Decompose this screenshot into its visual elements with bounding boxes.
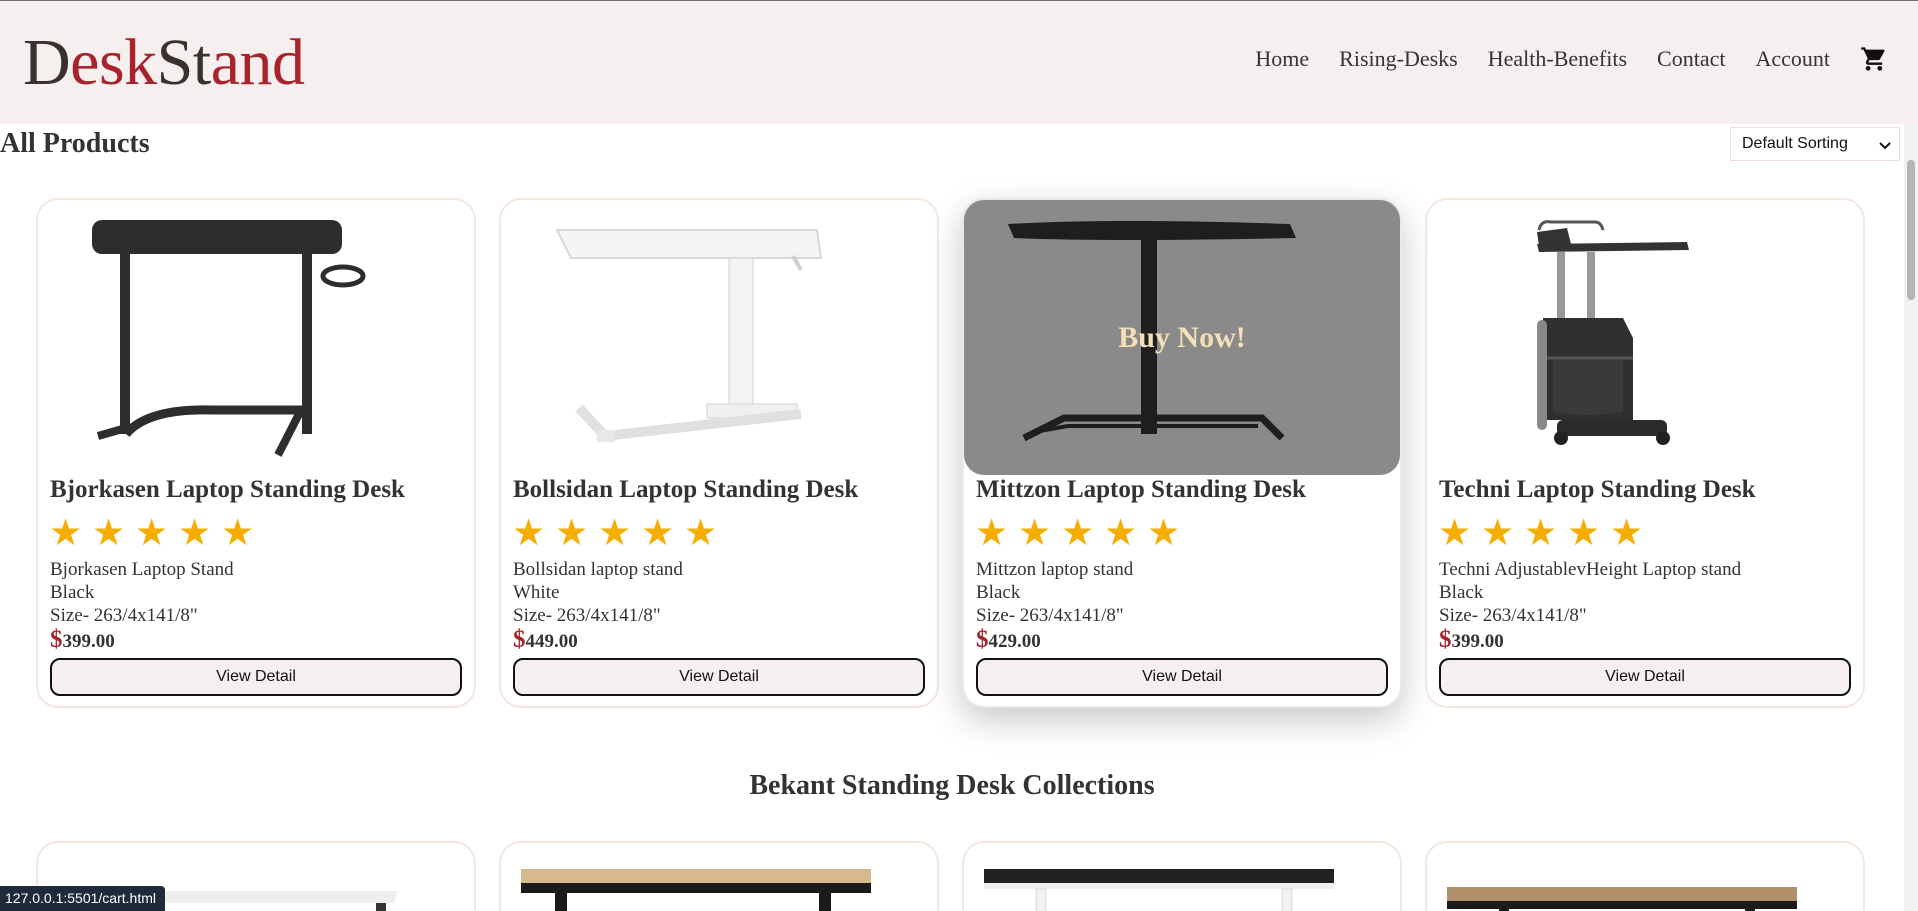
product-image[interactable] — [38, 200, 474, 475]
nav-contact[interactable]: Contact — [1657, 41, 1725, 77]
star-icon: ★ — [1018, 513, 1052, 554]
star-icon: ★ — [598, 513, 632, 554]
status-bar-url: 127.0.0.1:5501/cart.html — [0, 886, 165, 911]
sort-selected-value: Default Sorting — [1742, 135, 1848, 152]
product-price: $399.00 — [1439, 626, 1504, 654]
product-details: Bjorkasen Laptop Stand Black Size- 263/4… — [50, 558, 234, 627]
currency-symbol: $ — [1439, 626, 1452, 653]
product-card[interactable]: Bjorkasen Laptop Standing Desk ★ ★ ★ ★ ★ Bjo… — [36, 198, 476, 708]
star-icon: ★ — [1610, 513, 1644, 554]
star-icon: ★ — [975, 513, 1009, 554]
product-color: White — [513, 582, 560, 603]
product-size: Size- 263/4x141/8" — [976, 605, 1124, 626]
nav-rising-desks[interactable]: Rising-Desks — [1339, 41, 1458, 77]
main-nav: Home Rising-Desks Health-Benefits Contac… — [1225, 41, 1888, 77]
star-icon: ★ — [555, 513, 589, 554]
desk-image-partial — [521, 869, 871, 911]
desk-image-partial — [984, 869, 1334, 911]
brand-logo[interactable]: DeskStand — [23, 25, 305, 101]
section-title: Bekant Standing Desk Collections — [749, 770, 1155, 801]
product-name[interactable]: Mittzon Laptop Standing Desk — [976, 476, 1306, 504]
scrollbar-thumb[interactable] — [1907, 160, 1915, 300]
desk-image-bollsidan — [555, 229, 823, 442]
product-image[interactable] — [501, 200, 937, 475]
star-icon: ★ — [512, 513, 546, 554]
star-rating: ★ ★ ★ ★ ★ — [49, 514, 264, 554]
star-rating: ★ ★ ★ ★ ★ — [512, 514, 727, 554]
product-card[interactable] — [1425, 841, 1865, 911]
price-value: 449.00 — [525, 631, 578, 652]
product-size: Size- 263/4x141/8" — [1439, 605, 1587, 626]
chevron-down-icon — [1879, 142, 1891, 150]
price-value: 429.00 — [988, 631, 1041, 652]
product-details: Mittzon laptop stand Black Size- 263/4x1… — [976, 558, 1133, 627]
buy-now-overlay[interactable]: Buy Now! — [964, 200, 1400, 475]
star-icon: ★ — [221, 513, 255, 554]
product-color: Black — [1439, 582, 1484, 603]
product-description: Techni AdjustablevHeight Laptop stand — [1439, 559, 1742, 580]
star-rating: ★ ★ ★ ★ ★ — [1438, 514, 1653, 554]
star-icon: ★ — [92, 513, 126, 554]
star-icon: ★ — [1524, 513, 1558, 554]
logo-part-st: St — [156, 26, 212, 99]
product-price: $429.00 — [976, 626, 1041, 654]
site-header: DeskStand Home Rising-Desks Health-Benef… — [0, 1, 1918, 124]
star-icon: ★ — [1104, 513, 1138, 554]
logo-letter-d: D — [23, 26, 71, 99]
product-size: Size- 263/4x141/8" — [50, 605, 198, 626]
desk-image-partial — [1447, 887, 1797, 911]
star-icon: ★ — [1481, 513, 1515, 554]
product-description: Bollsidan laptop stand — [513, 559, 683, 580]
star-icon: ★ — [135, 513, 169, 554]
product-description: Bjorkasen Laptop Stand — [50, 559, 234, 580]
product-size: Size- 263/4x141/8" — [513, 605, 661, 626]
star-icon: ★ — [1567, 513, 1601, 554]
product-card[interactable]: Bollsidan Laptop Standing Desk ★ ★ ★ ★ ★ Bol… — [499, 198, 939, 708]
logo-part-and: and — [210, 26, 305, 99]
currency-symbol: $ — [50, 626, 63, 653]
product-details: Bollsidan laptop stand White Size- 263/4… — [513, 558, 683, 627]
product-color: Black — [976, 582, 1021, 603]
product-card[interactable] — [499, 841, 939, 911]
nav-health-benefits[interactable]: Health-Benefits — [1488, 41, 1627, 77]
product-image[interactable] — [1427, 200, 1863, 475]
star-icon: ★ — [1438, 513, 1472, 554]
product-color: Black — [50, 582, 95, 603]
star-icon: ★ — [1061, 513, 1095, 554]
view-detail-button[interactable]: View Detail — [976, 658, 1388, 696]
currency-symbol: $ — [513, 626, 526, 653]
product-price: $399.00 — [50, 626, 115, 654]
shopping-cart-icon[interactable] — [1860, 45, 1888, 73]
product-price: $449.00 — [513, 626, 578, 654]
page-title: All Products — [0, 128, 150, 159]
view-detail-button[interactable]: View Detail — [1439, 658, 1851, 696]
price-value: 399.00 — [62, 631, 115, 652]
nav-account[interactable]: Account — [1755, 41, 1830, 77]
desk-image-techni — [1537, 220, 1689, 445]
product-details: Techni AdjustablevHeight Laptop stand Bl… — [1439, 558, 1741, 627]
product-name[interactable]: Bjorkasen Laptop Standing Desk — [50, 476, 405, 504]
star-icon: ★ — [684, 513, 718, 554]
star-icon: ★ — [49, 513, 83, 554]
product-card[interactable] — [962, 841, 1402, 911]
page-scrollbar[interactable] — [1904, 124, 1918, 911]
product-description: Mittzon laptop stand — [976, 559, 1134, 580]
view-detail-button[interactable]: View Detail — [50, 658, 462, 696]
logo-part-esk: esk — [70, 26, 157, 99]
product-name[interactable]: Techni Laptop Standing Desk — [1439, 476, 1756, 504]
product-card[interactable]: Techni Laptop Standing Desk ★ ★ ★ ★ ★ Techni… — [1425, 198, 1865, 708]
sort-select[interactable]: Default Sorting — [1730, 127, 1900, 161]
star-icon: ★ — [178, 513, 212, 554]
star-icon: ★ — [1147, 513, 1181, 554]
product-card[interactable]: Buy Now! Mittzon Laptop Standing Desk ★ ★… — [962, 198, 1402, 708]
currency-symbol: $ — [976, 626, 989, 653]
price-value: 399.00 — [1451, 631, 1504, 652]
desk-image-bjorkasen — [92, 220, 366, 457]
star-rating: ★ ★ ★ ★ ★ — [975, 514, 1190, 554]
star-icon: ★ — [641, 513, 675, 554]
view-detail-button[interactable]: View Detail — [513, 658, 925, 696]
nav-home[interactable]: Home — [1255, 41, 1309, 77]
product-image[interactable]: Buy Now! — [964, 200, 1400, 475]
product-name[interactable]: Bollsidan Laptop Standing Desk — [513, 476, 858, 504]
